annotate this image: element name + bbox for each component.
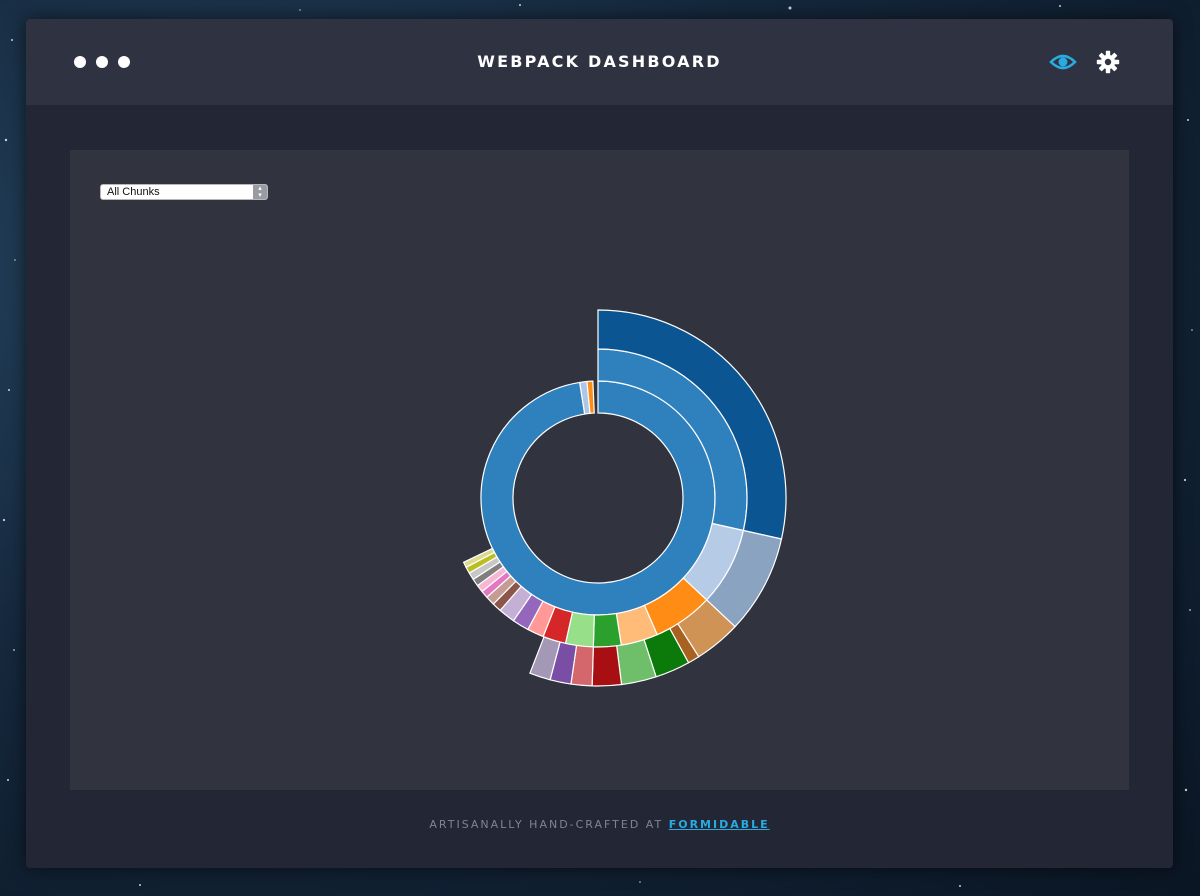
sunburst-chart bbox=[462, 309, 787, 687]
gear-icon[interactable] bbox=[1096, 50, 1120, 74]
sunburst-segment-ring2-5[interactable] bbox=[592, 612, 622, 648]
sunburst-segment-ring1-1[interactable] bbox=[480, 380, 716, 616]
footer: ARTISANALLY HAND-CRAFTED AT FORMIDABLE bbox=[26, 818, 1173, 831]
app-title: WEBPACK DASHBOARD bbox=[477, 52, 722, 71]
chart-panel: All Chunks ▴ ▾ bbox=[70, 150, 1129, 790]
footer-text: ARTISANALLY HAND-CRAFTED AT bbox=[429, 818, 664, 831]
sunburst-segment-ring3-7[interactable] bbox=[591, 645, 623, 687]
formidable-link[interactable]: FORMIDABLE bbox=[669, 818, 770, 831]
title-bar: WEBPACK DASHBOARD bbox=[26, 19, 1173, 105]
eye-icon[interactable] bbox=[1049, 51, 1077, 73]
dashboard-window: WEBPACK DASHBOARD All Chunks ▴ ▾ ARTISAN… bbox=[26, 19, 1173, 868]
